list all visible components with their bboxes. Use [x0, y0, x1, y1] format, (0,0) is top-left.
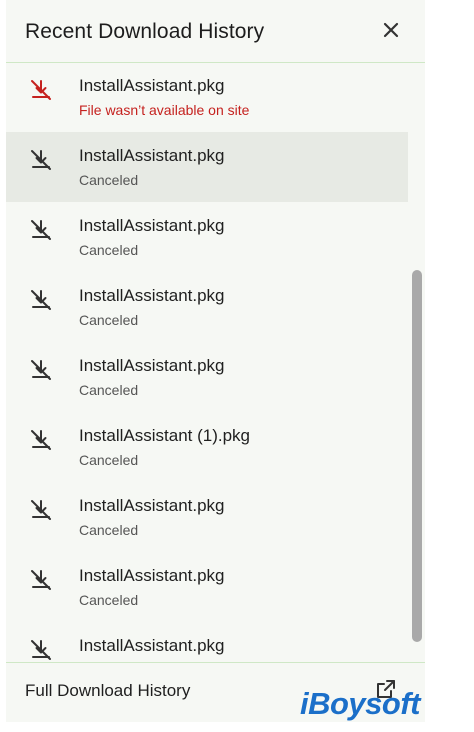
- download-item[interactable]: InstallAssistant.pkg Canceled: [6, 132, 408, 202]
- panel-header: Recent Download History: [6, 0, 425, 63]
- download-blocked-icon: [28, 427, 54, 453]
- download-item[interactable]: InstallAssistant.pkg Canceled: [6, 272, 408, 342]
- download-item[interactable]: InstallAssistant.pkg Canceled: [6, 202, 408, 272]
- full-download-history-link[interactable]: Full Download History: [25, 681, 190, 701]
- download-status: File wasn’t available on site: [79, 102, 250, 118]
- download-blocked-icon: [28, 567, 54, 593]
- download-file-name: InstallAssistant (1).pkg: [79, 426, 251, 445]
- scrollbar-thumb[interactable]: [412, 270, 422, 642]
- download-status: Canceled: [79, 382, 139, 398]
- panel-title: Recent Download History: [25, 20, 265, 43]
- download-item[interactable]: InstallAssistant (1).pkg Canceled: [6, 412, 408, 482]
- download-blocked-icon: [28, 357, 54, 383]
- download-file-name: InstallAssistant.pkg: [79, 286, 225, 305]
- download-file-name: InstallAssistant.pkg: [79, 146, 225, 165]
- close-icon[interactable]: [379, 18, 403, 42]
- download-status: Canceled: [79, 172, 139, 188]
- download-item[interactable]: InstallAssistant.pkg Canceled: [6, 552, 408, 622]
- download-blocked-icon: [28, 287, 54, 313]
- download-status: Canceled: [79, 522, 139, 538]
- download-status: Canceled: [79, 312, 139, 328]
- download-file-name: InstallAssistant.pkg: [79, 216, 225, 235]
- download-file-name: InstallAssistant.pkg: [79, 566, 225, 585]
- download-file-name: InstallAssistant.pkg: [79, 496, 225, 515]
- download-item[interactable]: InstallAssistant.pkg File wasn’t availabl…: [6, 62, 408, 132]
- download-file-name: InstallAssistant.pkg: [79, 76, 225, 95]
- download-item[interactable]: InstallAssistant.pkg Canceled: [6, 342, 408, 412]
- download-file-name: InstallAssistant.pkg: [79, 356, 225, 375]
- download-blocked-icon: [28, 497, 54, 523]
- download-blocked-icon: [28, 217, 54, 243]
- download-list: InstallAssistant.pkg File wasn’t availabl…: [6, 62, 408, 662]
- download-item[interactable]: InstallAssistant.pkg: [6, 622, 408, 662]
- download-file-name: InstallAssistant.pkg: [79, 636, 225, 655]
- download-blocked-icon: [28, 637, 54, 662]
- download-history-panel: Recent Download History InstallAssistant…: [6, 0, 425, 722]
- download-status: Canceled: [79, 452, 139, 468]
- download-blocked-icon: [28, 147, 54, 173]
- download-blocked-icon: [28, 77, 54, 103]
- download-item[interactable]: InstallAssistant.pkg Canceled: [6, 482, 408, 552]
- iboysoft-logo-watermark: iBoysoft: [300, 686, 421, 721]
- download-status: Canceled: [79, 242, 139, 258]
- download-status: Canceled: [79, 592, 139, 608]
